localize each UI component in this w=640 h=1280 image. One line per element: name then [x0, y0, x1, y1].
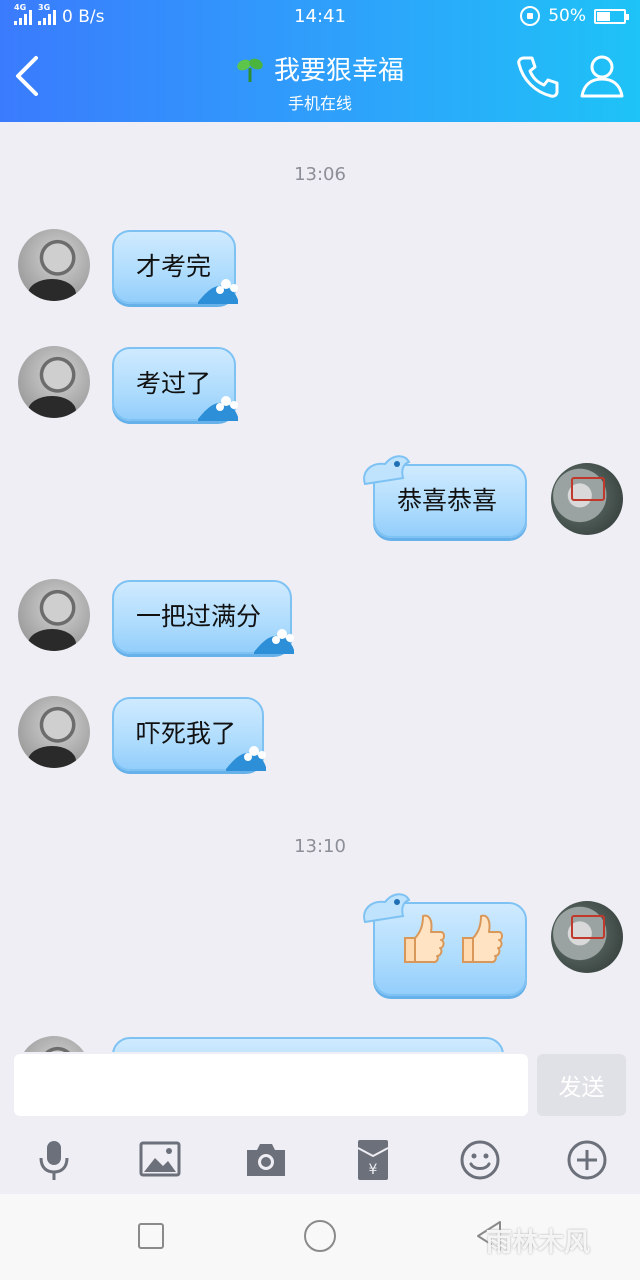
friend-avatar[interactable] [18, 696, 90, 768]
profile-button[interactable] [578, 52, 626, 100]
message-bubble[interactable] [363, 893, 527, 996]
my-avatar[interactable] [551, 901, 623, 973]
camera-icon[interactable] [244, 1138, 288, 1182]
chat-header: 4G 3G 0 B/s 14:41 50% 我要狠幸福 手机在线 [0, 0, 640, 122]
wave-decoration-icon [254, 629, 294, 654]
wave-decoration-icon [226, 746, 266, 771]
person-icon [580, 55, 624, 98]
message-bubble[interactable]: 才考完 [112, 230, 238, 304]
message-bubble[interactable]: 吓死我了 [112, 697, 266, 771]
battery-percent: 50% [548, 6, 586, 26]
wave-decoration-icon [198, 396, 238, 421]
message-bubble[interactable]: 考过了 [112, 347, 238, 421]
message-text: 一把过满分 [136, 602, 262, 631]
friend-avatar[interactable] [18, 229, 90, 301]
message-list[interactable]: 13:06 才考完 考过了 恭喜恭喜 一把过满分 吓死我了 13:10 [0, 122, 640, 1052]
message-bubble[interactable]: 一把过满分 [112, 580, 294, 654]
friend-avatar[interactable] [18, 579, 90, 651]
rotation-lock-icon [520, 6, 541, 26]
battery-icon [594, 8, 629, 24]
microphone-icon[interactable] [32, 1138, 76, 1182]
friend-avatar[interactable] [18, 346, 90, 418]
sprout-icon [237, 58, 263, 82]
emoji-icon[interactable] [458, 1138, 502, 1182]
wave-decoration-icon [198, 279, 238, 304]
thumbs-up-icon [462, 914, 503, 964]
system-nav-bar: 雨林木风 [0, 1194, 640, 1280]
phone-icon [517, 56, 559, 98]
watermark: 雨林木风 [486, 1228, 591, 1258]
message-bubble[interactable] [112, 1037, 504, 1052]
input-area: 发送 ¥ [0, 1052, 640, 1194]
red-packet-icon[interactable]: ¥ [351, 1138, 395, 1182]
status-bar: 4G 3G 0 B/s 14:41 50% [0, 0, 640, 34]
contact-name[interactable]: 我要狠幸福 [274, 50, 404, 87]
message-text: 吓死我了 [136, 719, 237, 748]
plus-icon[interactable] [565, 1138, 609, 1182]
message-input[interactable] [14, 1054, 528, 1116]
recent-apps-icon[interactable] [131, 1216, 171, 1256]
bubble-horn-decoration-icon [363, 893, 411, 924]
call-button[interactable] [514, 52, 562, 100]
image-icon[interactable] [138, 1138, 182, 1182]
friend-avatar[interactable] [18, 1036, 90, 1052]
timestamp: 13:10 [294, 836, 346, 857]
bubble-horn-decoration-icon [363, 455, 411, 486]
my-avatar[interactable] [551, 463, 623, 535]
message-bubble[interactable]: 恭喜恭喜 [363, 455, 527, 538]
svg-text:¥: ¥ [369, 1162, 378, 1178]
timestamp: 13:06 [294, 164, 346, 185]
send-button[interactable]: 发送 [537, 1054, 626, 1116]
home-icon[interactable] [300, 1216, 340, 1256]
